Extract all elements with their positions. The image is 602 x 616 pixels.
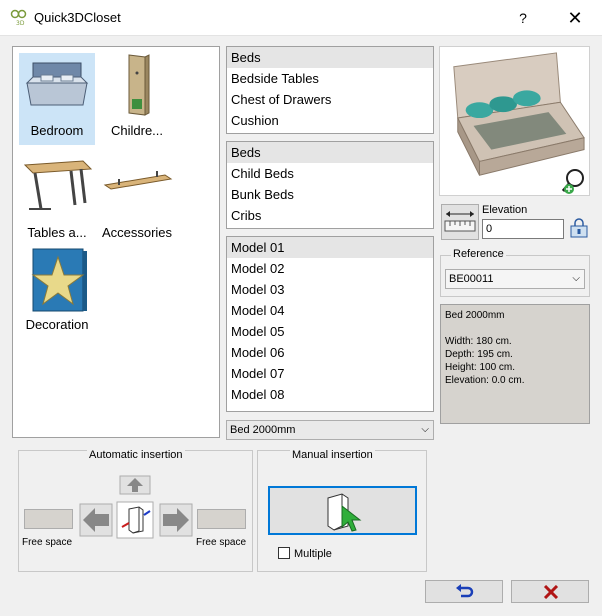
info-height: Height: 100 cm. [445,362,516,373]
multiple-checkbox[interactable] [278,547,290,559]
cancel-x-icon [543,585,559,599]
shelf-icon [101,155,173,221]
wardrobe-icon [101,53,173,119]
reference-group: Reference BE00011 ⌵ [440,248,590,297]
list-item[interactable]: Bunk Beds [227,184,433,205]
reference-value: BE00011 [449,273,494,285]
info-elevation: Elevation: 0.0 cm. [445,375,525,386]
family-list[interactable]: Beds Bedside Tables Chest of Drawers Cus… [226,46,434,134]
closet-insert-icon[interactable] [116,501,154,539]
free-space-right-label: Free space [195,537,247,548]
star-decoration-icon [21,247,93,313]
model-size-select[interactable]: Bed 2000mm ⌵ [226,420,434,440]
category-accessories[interactable]: Accessories [99,155,175,247]
manual-insertion-group: Manual insertion Multiple [257,449,427,572]
title-bar: 3D Quick3DCloset ? ✕ [0,0,602,36]
automatic-insertion-group: Automatic insertion Free space Free spac… [18,449,253,572]
svg-text:3D: 3D [16,20,25,27]
list-item[interactable]: Model 05 [227,321,433,342]
free-space-left-label: Free space [21,537,73,548]
subfamily-list[interactable]: Beds Child Beds Bunk Beds Cribs [226,141,434,229]
closet-cursor-icon [327,493,362,532]
list-item[interactable]: Model 01 [227,237,433,258]
lock-icon [570,218,588,238]
category-label: Tables a... [27,225,87,240]
multiple-label: Multiple [294,548,332,560]
category-children[interactable]: Childre... [99,53,175,145]
category-tables[interactable]: Tables a... [19,155,95,247]
help-button[interactable]: ? [508,6,538,30]
list-item[interactable]: Cushion [227,110,433,131]
elevation-label: Elevation [482,204,528,216]
list-item[interactable]: Child Beds [227,163,433,184]
window-title: Quick3DCloset [34,10,121,25]
category-label: Bedroom [30,123,84,138]
list-item[interactable]: Model 06 [227,342,433,363]
arrow-right-icon[interactable] [159,503,193,537]
model-info: Bed 2000mm Width: 180 cm. Depth: 195 cm.… [440,304,590,424]
manual-insertion-title: Manual insertion [290,449,375,461]
table-icon [21,155,93,221]
list-item[interactable]: Model 04 [227,300,433,321]
model-size-value: Bed 2000mm [230,424,296,436]
chevron-down-icon: ⌵ [421,424,429,435]
model-preview [439,46,590,196]
close-button[interactable]: ✕ [560,6,590,30]
list-item[interactable]: Model 07 [227,363,433,384]
category-label: Childre... [110,123,164,138]
category-label: Decoration [25,317,89,332]
list-item[interactable]: Beds [227,142,433,163]
chevron-down-icon: ⌵ [572,273,580,284]
info-title: Bed 2000mm [445,310,505,321]
cancel-button[interactable] [511,580,589,603]
category-decoration[interactable]: Decoration [19,247,95,339]
automatic-insertion-title: Automatic insertion [87,449,185,461]
list-item[interactable]: Model 08 [227,384,433,405]
list-item[interactable]: Bedside Tables [227,68,433,89]
list-item[interactable]: Chest of Drawers [227,89,433,110]
arrow-up-icon[interactable] [119,475,151,495]
category-panel: Bedroom Childre... Tables a... Accessori… [12,46,220,438]
category-label: Accessories [101,225,173,240]
list-item[interactable]: Model 03 [227,279,433,300]
bed-icon [21,53,93,119]
reference-title: Reference [451,248,506,260]
elevation-input[interactable] [482,219,564,239]
lock-button[interactable] [569,218,589,238]
info-depth: Depth: 195 cm. [445,349,513,360]
reference-select[interactable]: BE00011 ⌵ [445,269,585,289]
list-item[interactable]: Model 02 [227,258,433,279]
category-bedroom[interactable]: Bedroom [19,53,95,145]
info-width: Width: 180 cm. [445,336,512,347]
free-space-left-button[interactable] [24,509,73,529]
zoom-icon[interactable] [560,167,588,195]
app-logo-icon: 3D [10,9,27,27]
ruler-icon [444,211,476,232]
model-list[interactable]: Model 01 Model 02 Model 03 Model 04 Mode… [226,236,434,412]
manual-insert-button[interactable] [268,486,417,535]
list-item[interactable]: Cribs [227,205,433,226]
ok-button[interactable] [425,580,503,603]
free-space-right-button[interactable] [197,509,246,529]
arrow-left-icon[interactable] [79,503,113,537]
undo-arrow-icon [456,584,474,598]
list-item[interactable]: Beds [227,47,433,68]
elevation-button[interactable] [441,204,479,240]
